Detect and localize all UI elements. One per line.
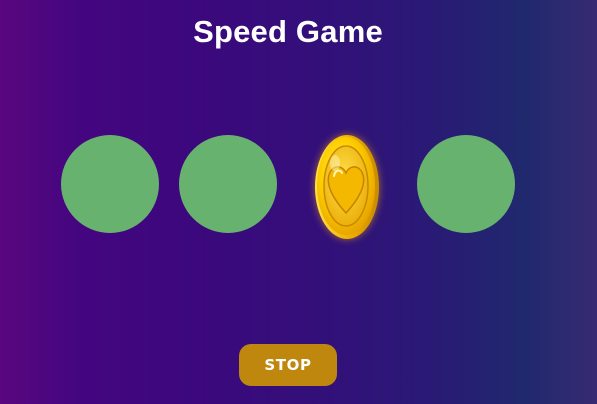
slot-circle-1[interactable]	[61, 135, 159, 233]
stop-button[interactable]: STOP	[239, 344, 337, 386]
slot-circle-2[interactable]	[179, 135, 277, 233]
slot-circle-4[interactable]	[417, 135, 515, 233]
heart-coin-icon[interactable]	[313, 133, 381, 241]
game-title: Speed Game	[193, 14, 383, 49]
